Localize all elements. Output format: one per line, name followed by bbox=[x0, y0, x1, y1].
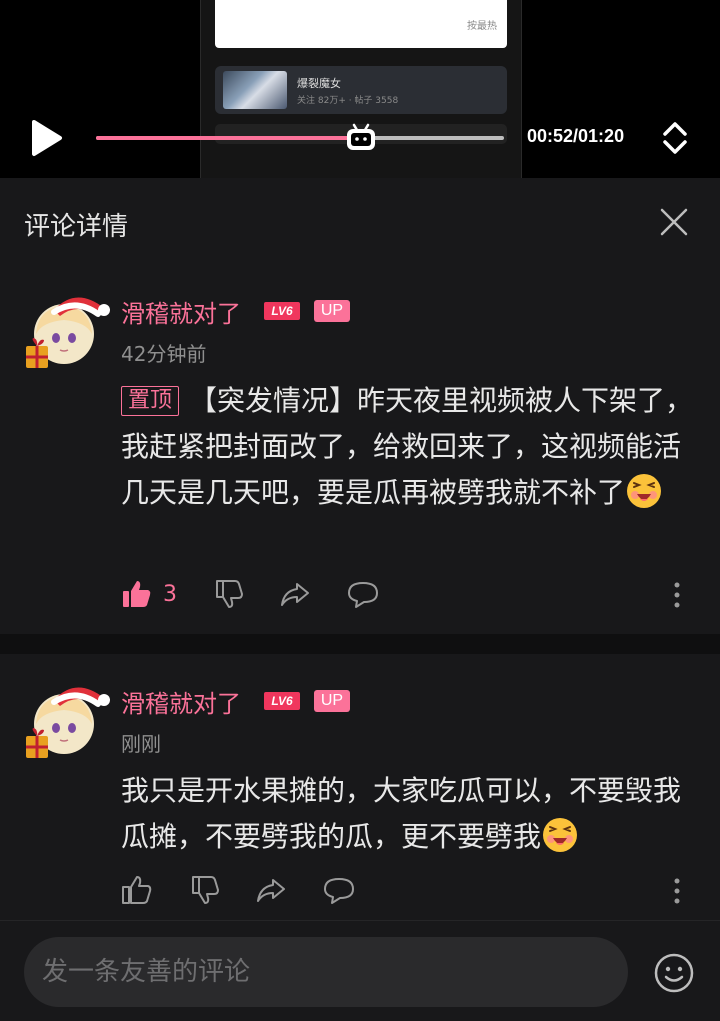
reply-icon bbox=[348, 582, 378, 608]
progress-bar[interactable] bbox=[96, 123, 504, 150]
topic-title: 爆裂魔女 bbox=[297, 77, 341, 90]
video-player[interactable]: 按最热 爆裂魔女 关注 82万+ · 帖子 3558 00:52/01:20 bbox=[0, 0, 720, 178]
close-icon bbox=[660, 208, 688, 236]
dislike-icon bbox=[216, 580, 243, 608]
avatar-image bbox=[26, 687, 110, 758]
comment-text: 置顶 【突发情况】昨天夜里视频被人下架了，我赶紧把封面改了，给救回来了，这视频能活… bbox=[121, 378, 701, 516]
comment-time: 42分钟前 bbox=[121, 342, 207, 366]
fullscreen-toggle-icon bbox=[663, 122, 687, 154]
comment-time: 刚刚 bbox=[121, 732, 161, 756]
topic-thumbnail bbox=[223, 71, 287, 109]
comment-detail-panel: 评论详情 滑稽就对了 LV6 UP 42分钟前 置顶 【突发情况】昨天夜里视频被… bbox=[0, 178, 720, 1021]
reply-button[interactable] bbox=[347, 578, 379, 610]
up-badge: UP bbox=[314, 690, 350, 712]
video-inner-sort-label: 按最热 bbox=[467, 21, 497, 32]
share-icon bbox=[257, 879, 285, 902]
like-icon bbox=[123, 581, 151, 607]
laughing-emoji-icon bbox=[543, 818, 578, 852]
avatar[interactable] bbox=[26, 288, 110, 372]
comment-text: 我只是开水果摊的，大家吃瓜可以，不要毁我瓜摊，不要劈我的瓜，更不要劈我 bbox=[121, 768, 701, 860]
topic-stats: 关注 82万+ · 帖子 3558 bbox=[297, 96, 399, 106]
reply-button[interactable] bbox=[323, 874, 355, 906]
laughing-emoji-icon bbox=[627, 474, 662, 508]
video-inner-card: 按最热 bbox=[215, 0, 507, 48]
avatar[interactable] bbox=[26, 678, 110, 762]
comment-body: 【突发情况】昨天夜里视频被人下架了，我赶紧把封面改了，给救回来了，这视频能活几天… bbox=[121, 384, 694, 509]
share-button[interactable] bbox=[279, 578, 311, 610]
like-button[interactable] bbox=[121, 874, 153, 906]
more-icon bbox=[674, 582, 680, 608]
reply-icon bbox=[324, 878, 354, 904]
comment-divider bbox=[0, 634, 720, 654]
progress-thumb-icon bbox=[347, 123, 376, 150]
video-inner-topic-card: 爆裂魔女 关注 82万+ · 帖子 3558 bbox=[215, 66, 507, 114]
more-icon bbox=[674, 878, 680, 904]
dislike-button[interactable] bbox=[189, 874, 221, 906]
like-icon bbox=[122, 876, 152, 904]
reply-bar bbox=[0, 920, 720, 1021]
play-button[interactable] bbox=[28, 118, 64, 158]
level-badge: LV6 bbox=[264, 302, 300, 320]
level-badge: LV6 bbox=[264, 692, 300, 710]
panel-title: 评论详情 bbox=[24, 212, 129, 242]
like-button[interactable] bbox=[121, 578, 153, 610]
more-button[interactable] bbox=[667, 876, 687, 906]
dislike-button[interactable] bbox=[213, 578, 245, 610]
dislike-icon bbox=[192, 876, 219, 904]
share-icon bbox=[281, 583, 309, 606]
comment-username[interactable]: 滑稽就对了 bbox=[121, 684, 241, 719]
panel-header: 评论详情 bbox=[0, 178, 720, 266]
comment-body: 我只是开水果摊的，大家吃瓜可以，不要毁我瓜摊，不要劈我的瓜，更不要劈我 bbox=[121, 774, 682, 853]
comment-username[interactable]: 滑稽就对了 bbox=[121, 294, 241, 329]
avatar-image bbox=[26, 297, 110, 368]
progress-fill bbox=[96, 136, 362, 140]
pinned-badge: 置顶 bbox=[121, 386, 180, 416]
fullscreen-toggle-button[interactable] bbox=[662, 120, 688, 156]
close-button[interactable] bbox=[658, 206, 690, 238]
emoji-button[interactable] bbox=[652, 951, 696, 995]
playback-time: 00:52/01:20 bbox=[527, 126, 625, 146]
emoji-icon bbox=[654, 953, 694, 993]
like-count: 3 bbox=[163, 582, 177, 607]
more-button[interactable] bbox=[667, 580, 687, 610]
comment-input[interactable] bbox=[24, 937, 628, 1007]
up-badge: UP bbox=[314, 300, 350, 322]
comment-actions: 3 bbox=[121, 578, 701, 614]
comment-actions bbox=[121, 874, 701, 910]
share-button[interactable] bbox=[255, 874, 287, 906]
progress-thumb[interactable] bbox=[345, 122, 377, 152]
play-icon bbox=[32, 120, 62, 156]
